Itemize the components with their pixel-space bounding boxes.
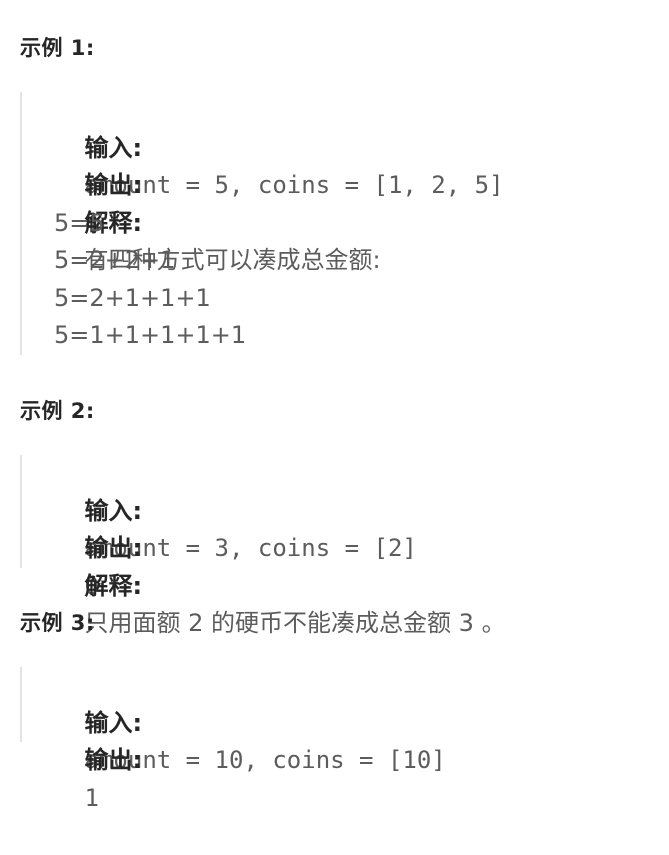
example-2-block: 输入: amount = 3, coins = [2] 输出: 0 解释: 只用… — [20, 455, 506, 637]
input-line: 输入: amount = 5, coins = [1, 2, 5] — [54, 92, 504, 200]
input-line: 输入: amount = 3, coins = [2] — [54, 455, 506, 563]
output-value: 1 — [84, 783, 99, 812]
example-2-title: 示例 2: — [20, 399, 95, 423]
input-label: 输入: — [84, 708, 143, 737]
example-3-title: 示例 3: — [20, 611, 95, 635]
explanation-text: 只用面额 2 的硬币不能凑成总金额 3 。 — [84, 609, 506, 637]
example-1-title: 示例 1: — [20, 36, 95, 60]
input-value: amount = 5, coins = [1, 2, 5] — [84, 171, 504, 199]
input-label: 输入: — [84, 133, 143, 162]
output-label: 输出: — [84, 746, 143, 774]
explanation-detail-line: 5=2+1+1+1 — [54, 283, 211, 312]
input-line: 输入: amount = 10, coins = [10] — [54, 667, 446, 775]
explanation-label: 解释: — [84, 571, 143, 600]
output-label: 输出: — [84, 171, 143, 199]
example-3-block: 输入: amount = 10, coins = [10] 输出: 1 — [20, 667, 446, 812]
input-label: 输入: — [84, 496, 143, 525]
explanation-detail-line: 5=1+1+1+1+1 — [54, 321, 247, 349]
example-1-block: 输入: amount = 5, coins = [1, 2, 5] 输出: 4 … — [20, 92, 504, 355]
output-label: 输出: — [84, 534, 143, 562]
